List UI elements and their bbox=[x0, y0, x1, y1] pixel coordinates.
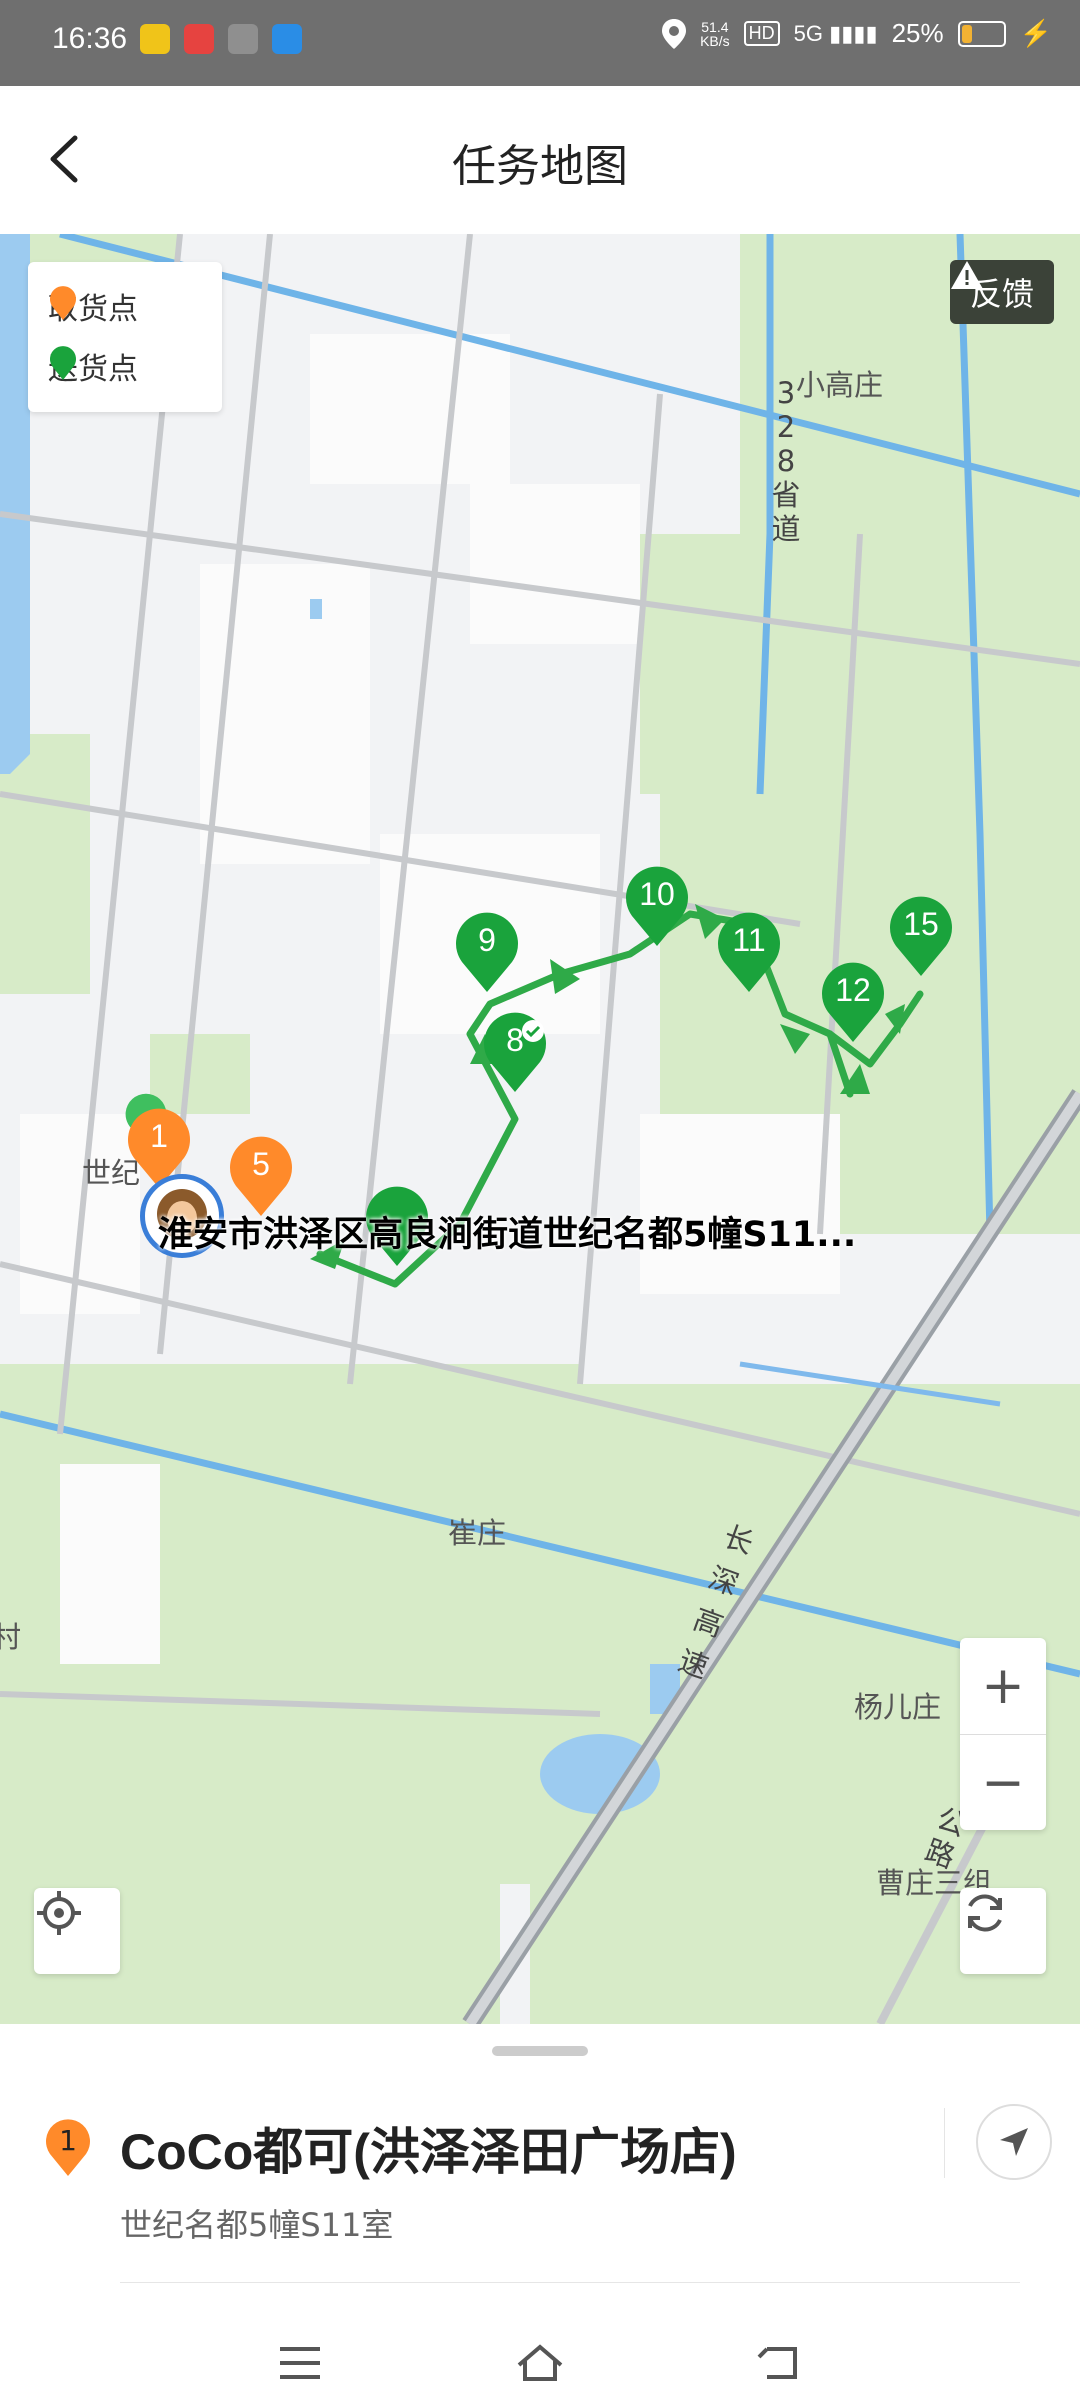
locate-button[interactable] bbox=[34, 1888, 120, 1974]
place-label-cuizhuang: 崔庄 bbox=[448, 1516, 507, 1550]
app-notification-icon bbox=[140, 24, 170, 54]
road-label-328: 328省道 bbox=[771, 376, 801, 546]
divider bbox=[944, 2108, 945, 2178]
status-time: 16:36 bbox=[52, 22, 128, 55]
divider bbox=[120, 2282, 1020, 2283]
delivery-marker-15[interactable]: 15 bbox=[888, 894, 954, 976]
shop-address: 世纪名都5幢S11室 bbox=[120, 2206, 394, 2244]
delivery-marker-12[interactable]: 12 bbox=[820, 960, 886, 1042]
net-speed: 51.4 KB/s bbox=[700, 18, 730, 49]
system-nav-bar bbox=[0, 2318, 1080, 2408]
legend-delivery: 送货点 bbox=[48, 344, 138, 388]
place-label-xiaogaozhuang: 小高庄 bbox=[796, 368, 884, 402]
pickup-pin-icon bbox=[50, 286, 76, 320]
status-bar: 16:36 51.4 KB/s HD 5G ▮▮▮▮ 25% ⚡ bbox=[0, 0, 1080, 86]
home-icon bbox=[517, 2344, 563, 2381]
battery-percent: 25% bbox=[891, 18, 944, 48]
delivery-marker-8[interactable]: 8 bbox=[482, 1010, 548, 1092]
zoom-out-button[interactable]: − bbox=[960, 1735, 1046, 1831]
refresh-icon bbox=[968, 1894, 1002, 1932]
completed-check-icon bbox=[522, 1020, 544, 1042]
warning-icon bbox=[950, 261, 983, 289]
task-bottom-sheet[interactable]: 1 CoCo都可(洪泽泽田广场店) 世纪名都5幢S11室 bbox=[0, 2024, 1080, 2408]
page-title: 任务地图 bbox=[452, 142, 628, 191]
delivery-marker-11[interactable]: 11 bbox=[716, 910, 782, 992]
navigate-button[interactable] bbox=[976, 2104, 1052, 2180]
weibo-icon bbox=[184, 24, 214, 54]
zoom-in-button[interactable]: + bbox=[960, 1638, 1046, 1734]
refresh-button[interactable] bbox=[960, 1888, 1046, 1974]
hd-badge: HD bbox=[743, 21, 780, 46]
notification-icons bbox=[140, 24, 302, 54]
battery-icon bbox=[957, 20, 1006, 47]
sheet-drag-handle[interactable] bbox=[492, 2046, 588, 2056]
pickup-marker-5[interactable]: 5 bbox=[228, 1134, 294, 1216]
delivery-marker-9[interactable]: 9 bbox=[454, 910, 520, 992]
legend-pickup: 取货点 bbox=[48, 284, 138, 328]
navigation-app-icon bbox=[272, 24, 302, 54]
signal-indicator: 5G ▮▮▮▮ bbox=[793, 20, 878, 46]
home-button[interactable] bbox=[510, 2338, 570, 2388]
system-back-button[interactable] bbox=[750, 2338, 810, 2388]
current-address-label: 淮安市洪泽区高良涧街道世纪名都5幢S11... bbox=[158, 1215, 857, 1255]
delivery-pin-icon bbox=[50, 346, 76, 380]
delivery-marker-10[interactable]: 10 bbox=[624, 864, 690, 946]
menu-icon bbox=[280, 2347, 320, 2379]
navigation-arrow-icon bbox=[1000, 2128, 1028, 2156]
place-label-cun: 村 bbox=[0, 1620, 22, 1654]
translate-icon bbox=[228, 24, 258, 54]
status-right: 51.4 KB/s HD 5G ▮▮▮▮ 25% ⚡ bbox=[662, 18, 1052, 49]
shop-index-pin: 1 bbox=[44, 2118, 92, 2180]
menu-button[interactable] bbox=[270, 2338, 330, 2388]
crosshair-icon bbox=[37, 1891, 81, 1935]
charging-icon: ⚡ bbox=[1019, 18, 1052, 48]
place-label-yanger: 杨儿庄 bbox=[854, 1690, 942, 1724]
zoom-controls: + − bbox=[960, 1638, 1046, 1830]
location-icon bbox=[662, 18, 687, 49]
map-legend: 取货点 送货点 bbox=[28, 262, 222, 412]
feedback-button[interactable]: 反馈 bbox=[949, 260, 1054, 324]
top-nav-bar: 任务地图 bbox=[0, 86, 1080, 234]
shop-name: CoCo都可(洪泽泽田广场店) bbox=[120, 2124, 737, 2180]
back-icon bbox=[757, 2347, 797, 2379]
task-map[interactable]: 小高庄 328省道 崔庄 长深高速 杨儿庄 曹庄三组 世纪 公路 村 取货点 送… bbox=[0, 234, 1080, 2024]
